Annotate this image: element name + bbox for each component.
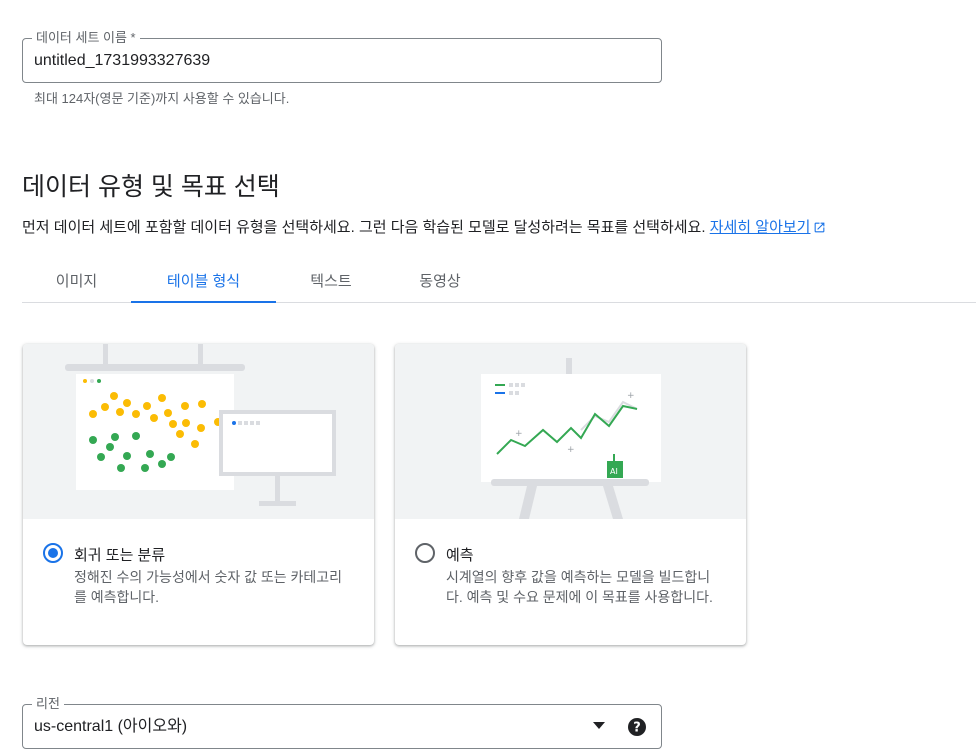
tab-tabular-label: 테이블 형식 [166, 272, 241, 290]
region-value[interactable]: us-central1 (아이오와) [34, 717, 594, 737]
card-regression-title: 회귀 또는 분류 [74, 547, 166, 564]
tab-tabular[interactable]: 테이블 형식 [131, 258, 276, 303]
forecasting-illustration: + + + AI [395, 344, 746, 519]
dataset-name-input[interactable] [34, 51, 594, 71]
objective-card-regression-classification[interactable]: 회귀 또는 분류 정해진 수의 가능성에서 숫자 값 또는 카테고리를 예측합니… [23, 344, 374, 645]
data-type-tabs: 이미지 테이블 형식 텍스트 동영상 [22, 258, 976, 303]
learn-more-link[interactable]: 자세히 알아보기 [710, 219, 811, 236]
dataset-name-label: 데이터 세트 이름 * [32, 30, 140, 46]
classification-illustration [23, 344, 374, 519]
classification-illustration-svg [65, 344, 336, 506]
region-select[interactable]: 리전 us-central1 (아이오와) ? [22, 696, 662, 749]
open-in-new-icon[interactable] [813, 221, 826, 234]
card-forecasting-title: 예측 [446, 547, 474, 564]
section-title: 데이터 유형 및 목표 선택 [22, 173, 280, 201]
dropdown-arrow-icon[interactable] [593, 722, 605, 730]
card-forecasting-body: 예측 시계열의 향후 값을 예측하는 모델을 빌드합니다. 예측 및 수요 문제… [395, 519, 746, 645]
tab-text[interactable]: 텍스트 [276, 258, 386, 302]
svg-text:+: + [567, 445, 575, 455]
card-forecasting-description: 시계열의 향후 값을 예측하는 모델을 빌드합니다. 예측 및 수요 문제에 이… [446, 569, 713, 605]
region-label: 리전 [32, 696, 64, 712]
svg-text:+: + [515, 429, 523, 439]
svg-text:+: + [627, 391, 635, 401]
tab-image-label: 이미지 [55, 272, 98, 290]
card-regression-body: 회귀 또는 분류 정해진 수의 가능성에서 숫자 값 또는 카테고리를 예측합니… [23, 519, 374, 645]
learn-more-text[interactable]: 자세히 알아보기 [710, 219, 811, 236]
tab-video[interactable]: 동영상 [386, 258, 494, 302]
help-icon[interactable]: ? [627, 717, 647, 737]
tab-video-label: 동영상 [419, 272, 461, 290]
ai-badge: AI [610, 467, 618, 476]
dataset-name-field[interactable]: 데이터 세트 이름 * [22, 30, 662, 83]
dataset-name-hint: 최대 124자(영문 기준)까지 사용할 수 있습니다. [34, 91, 290, 106]
forecasting-illustration-svg: + + + AI [481, 358, 661, 519]
radio-regression-classification[interactable] [43, 543, 63, 563]
card-regression-description: 정해진 수의 가능성에서 숫자 값 또는 카테고리를 예측합니다. [74, 569, 343, 605]
svg-text:?: ? [633, 721, 641, 736]
objective-card-forecasting[interactable]: + + + AI 예측 시계열의 향후 값을 예측하는 모델을 빌드합니다. 예… [395, 344, 746, 645]
tab-text-label: 텍스트 [310, 272, 352, 290]
radio-forecasting[interactable] [415, 543, 435, 563]
section-description-text: 먼저 데이터 세트에 포함할 데이터 유형을 선택하세요. 그런 다음 학습된 … [22, 219, 706, 236]
section-description: 먼저 데이터 세트에 포함할 데이터 유형을 선택하세요. 그런 다음 학습된 … [22, 216, 826, 237]
tab-image[interactable]: 이미지 [22, 258, 131, 302]
